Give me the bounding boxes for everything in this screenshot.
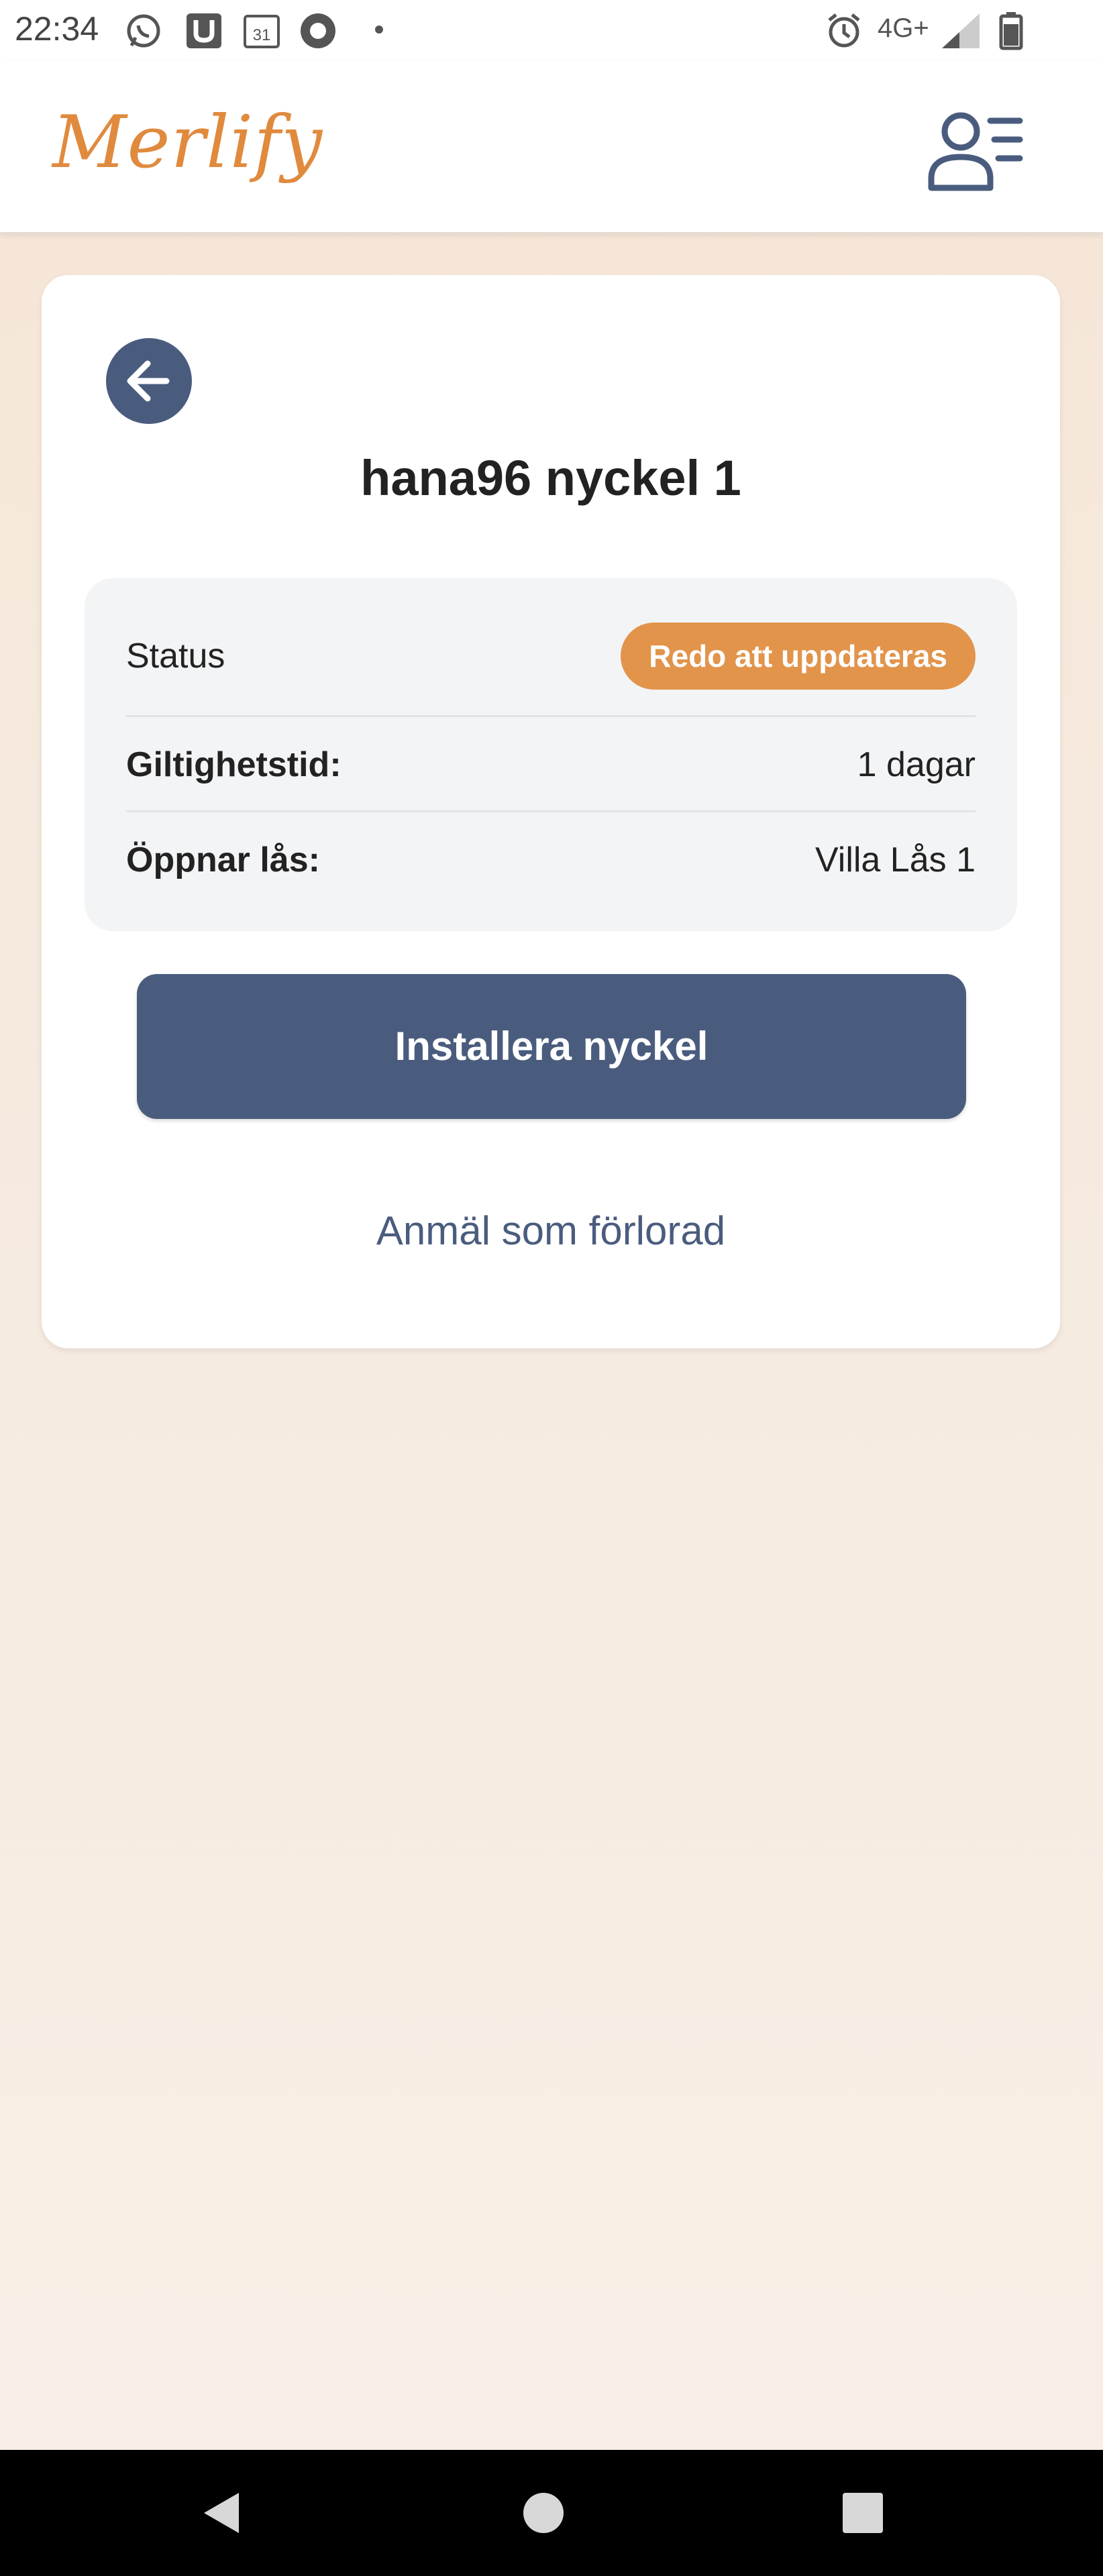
status-bar: 22:34 31 4G+ <box>0 0 1103 60</box>
user-menu-icon[interactable] <box>925 107 1025 195</box>
status-badge: Redo att uppdateras <box>621 623 976 690</box>
u-app-icon <box>187 13 221 48</box>
alarm-icon <box>828 13 860 48</box>
svg-text:31: 31 <box>253 26 271 44</box>
dot-icon <box>375 25 383 34</box>
report-lost-link[interactable]: Anmäl som förlorad <box>42 1208 1060 1254</box>
opens-lock-label: Öppnar lås: <box>126 841 320 879</box>
key-title: hana96 nyckel 1 <box>360 450 741 506</box>
whatsapp-icon <box>127 14 160 48</box>
status-row: Status Redo att uppdateras <box>126 623 976 703</box>
merlify-logo[interactable]: Merlify <box>52 101 323 184</box>
install-key-button[interactable]: Installera nyckel <box>137 974 966 1119</box>
validity-row: Giltighetstid: 1 dagar <box>126 737 976 797</box>
system-nav-bar <box>0 2450 1103 2576</box>
arrow-left-icon <box>127 360 170 402</box>
record-icon <box>301 13 335 48</box>
status-time: 22:34 <box>15 10 99 48</box>
nav-back-icon[interactable] <box>195 2450 248 2576</box>
battery-icon <box>999 12 1023 50</box>
nav-recents-icon[interactable] <box>836 2450 890 2576</box>
status-label: Status <box>126 637 225 676</box>
divider <box>126 810 976 812</box>
validity-label: Giltighetstid: <box>126 745 342 784</box>
back-button[interactable] <box>106 338 192 424</box>
signal-icon <box>942 13 980 48</box>
app-header: Merlify <box>0 60 1103 235</box>
network-type: 4G+ <box>878 13 929 43</box>
key-info-panel: Status Redo att uppdateras Giltighetstid… <box>85 578 1017 931</box>
opens-lock-row: Öppnar lås: Villa Lås 1 <box>126 830 976 891</box>
divider <box>126 715 976 717</box>
validity-value: 1 dagar <box>857 745 976 784</box>
key-details-card: hana96 nyckel 1 Status Redo att uppdater… <box>42 275 1060 1348</box>
calendar-icon: 31 <box>244 15 280 48</box>
opens-lock-value: Villa Lås 1 <box>815 841 976 879</box>
nav-home-icon[interactable] <box>517 2450 570 2576</box>
